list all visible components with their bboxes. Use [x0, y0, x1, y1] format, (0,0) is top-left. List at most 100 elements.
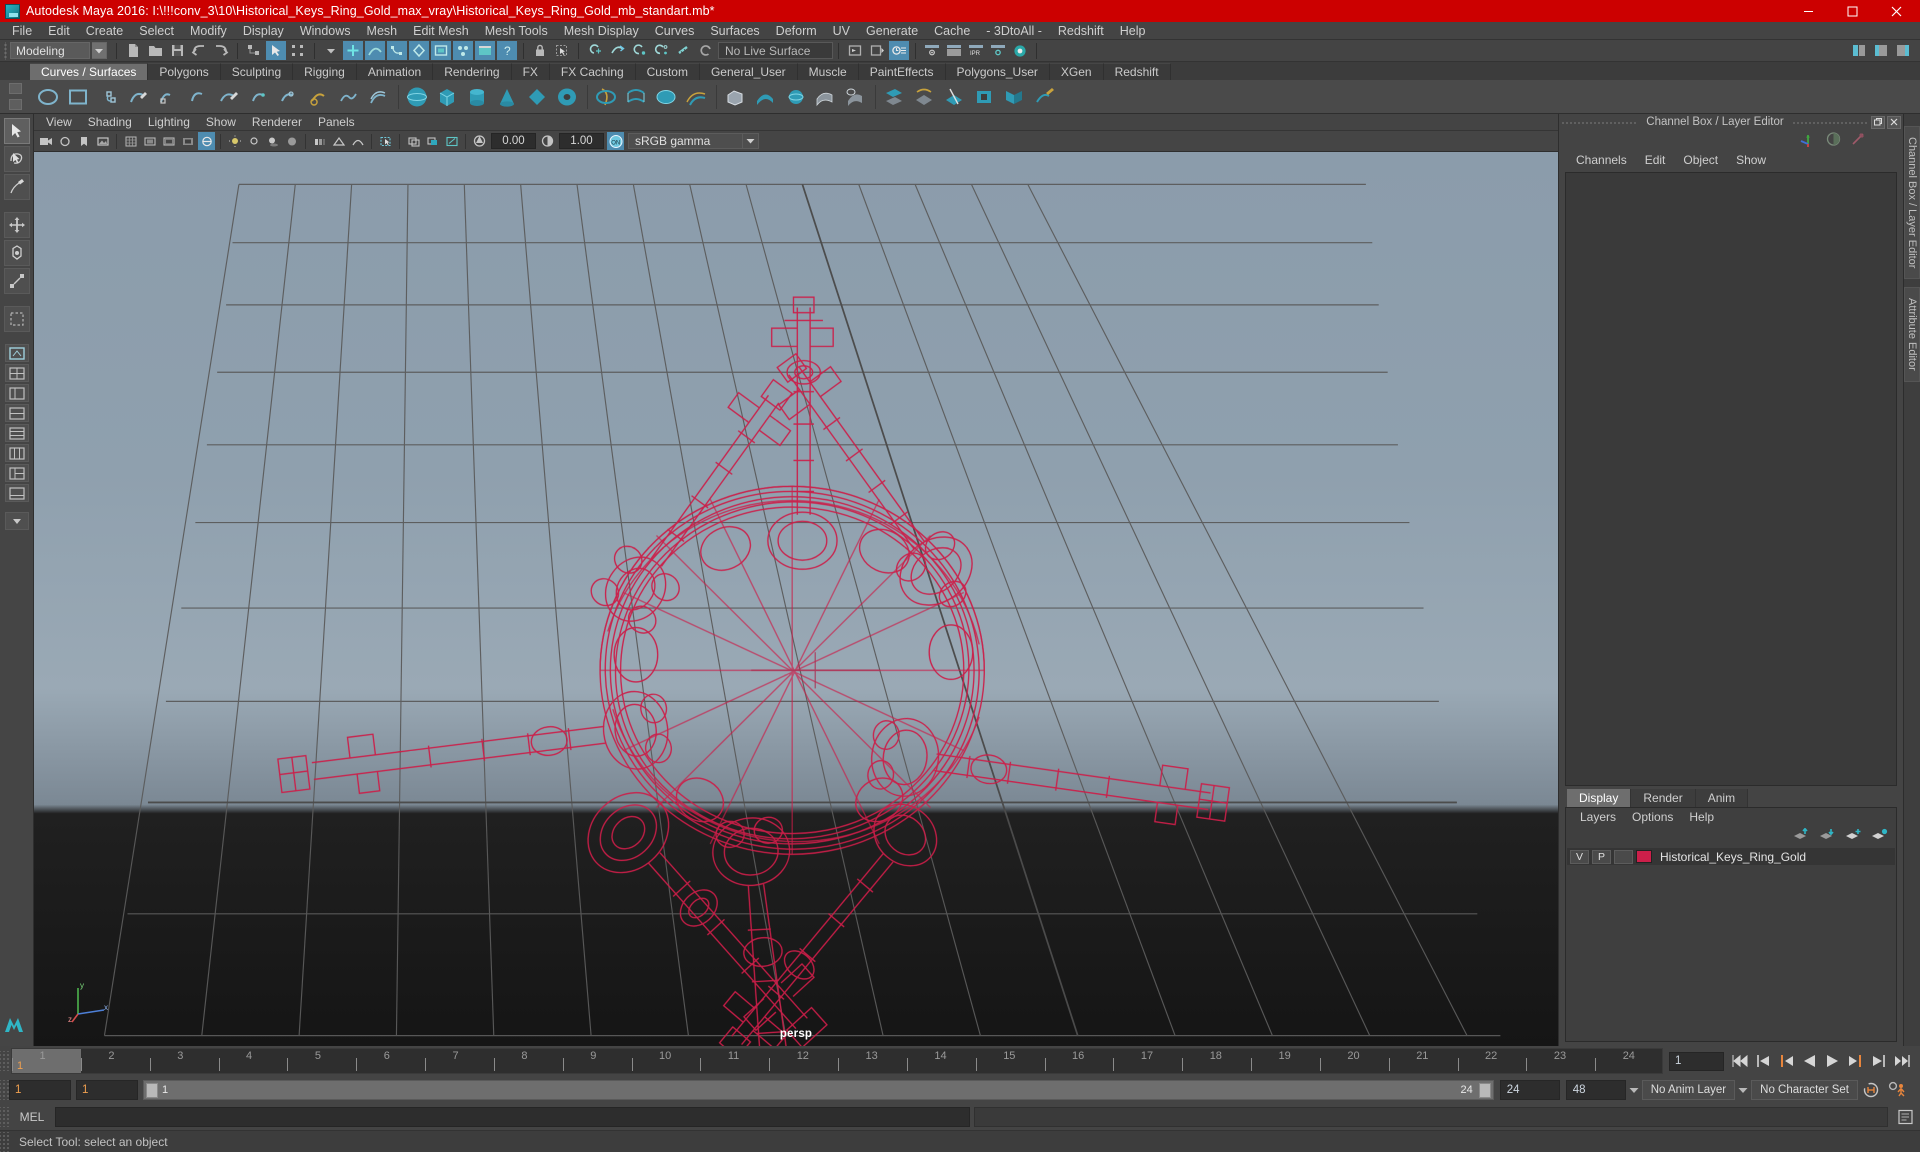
shelf-item-menu-icon[interactable]	[8, 99, 22, 111]
layer-menu-help[interactable]: Help	[1681, 808, 1722, 826]
lights-all-icon[interactable]	[245, 132, 262, 150]
menu-set-selector[interactable]: Modeling	[10, 42, 90, 59]
channel-box-toggle-icon[interactable]	[1893, 41, 1913, 60]
menu-select[interactable]: Select	[131, 22, 182, 40]
layer-tab-display[interactable]: Display	[1567, 789, 1632, 807]
step-back-frame-icon[interactable]	[1753, 1051, 1774, 1071]
bevel-icon[interactable]	[811, 83, 839, 111]
close-panel-icon[interactable]	[1887, 115, 1902, 129]
view-transform-selector[interactable]: sRGB gamma	[628, 133, 743, 149]
shadows-icon[interactable]	[264, 132, 281, 150]
shelf-tab-sculpting[interactable]: Sculpting	[220, 63, 294, 80]
project-curve-icon[interactable]	[910, 83, 938, 111]
menu-surfaces[interactable]: Surfaces	[702, 22, 767, 40]
snap-to-curves-icon[interactable]	[607, 41, 627, 60]
trim-tool-icon[interactable]	[940, 83, 968, 111]
menu-set-chevron-down-icon[interactable]	[92, 42, 107, 59]
persp-trax-layout[interactable]	[4, 484, 29, 502]
snap-projected-icon[interactable]	[409, 41, 429, 60]
extrude-icon[interactable]	[721, 83, 749, 111]
channelbox-menu-channels[interactable]: Channels	[1567, 150, 1636, 170]
lasso-select-tool[interactable]	[3, 146, 30, 172]
gamma-value[interactable]: 1.00	[559, 133, 604, 149]
maximize-icon[interactable]	[1830, 0, 1874, 22]
time-slider-grip[interactable]	[0, 1051, 9, 1071]
play-forwards-icon[interactable]	[1822, 1051, 1843, 1071]
snap-grid-icon[interactable]	[343, 41, 363, 60]
shelf-tab-polygons-user[interactable]: Polygons_User	[945, 63, 1050, 80]
close-icon[interactable]	[1874, 0, 1918, 22]
minimize-icon[interactable]	[1786, 0, 1830, 22]
selection-mask-icon[interactable]	[552, 41, 572, 60]
nurbs-square-icon[interactable]	[64, 83, 92, 111]
range-slider[interactable]: 1 24	[143, 1080, 1494, 1100]
scale-tool[interactable]	[3, 268, 30, 294]
new-layer-from-selected-icon[interactable]	[1871, 828, 1888, 844]
command-language-label[interactable]: MEL	[9, 1110, 55, 1124]
channelbox-menu-edit[interactable]: Edit	[1636, 150, 1675, 170]
snap-point-icon[interactable]	[387, 41, 407, 60]
layer-tab-render[interactable]: Render	[1631, 789, 1696, 807]
toolbox-expand-icon[interactable]	[4, 512, 29, 530]
grid-toggle-icon[interactable]	[122, 132, 139, 150]
shelf-options-column[interactable]	[0, 80, 30, 113]
vtab-attribute-editor[interactable]: Attribute Editor	[1904, 287, 1920, 383]
menu-redshift[interactable]: Redshift	[1050, 22, 1112, 40]
perspective-viewport[interactable]: y x z persp	[34, 152, 1558, 1046]
layer-menu-options[interactable]: Options	[1624, 808, 1681, 826]
layer-list[interactable]: V P Historical_Keys_Ring_Gold	[1566, 846, 1896, 1041]
bezier-curve-tool-icon[interactable]	[184, 83, 212, 111]
range-start-handle[interactable]	[146, 1083, 158, 1098]
boundary-icon[interactable]	[751, 83, 779, 111]
lights-default-icon[interactable]	[226, 132, 243, 150]
shelf-tab-custom[interactable]: Custom	[635, 63, 700, 80]
camera-attributes-icon[interactable]	[56, 132, 73, 150]
open-render-view-icon[interactable]	[845, 41, 865, 60]
anim-layer-selector[interactable]: No Anim Layer	[1641, 1080, 1736, 1100]
status-bar-grip[interactable]	[0, 1131, 9, 1152]
menu-cache[interactable]: Cache	[926, 22, 978, 40]
playback-end-time-field[interactable]: 24	[1499, 1080, 1560, 1100]
animation-start-time-field[interactable]: 1	[9, 1080, 71, 1100]
shelf-tab-redshift[interactable]: Redshift	[1103, 63, 1171, 80]
nurbs-cube-icon[interactable]	[433, 83, 461, 111]
motion-blur-icon[interactable]	[311, 132, 328, 150]
xray-icon[interactable]	[198, 132, 215, 150]
layer-menu-layers[interactable]: Layers	[1572, 808, 1624, 826]
menu-mesh[interactable]: Mesh	[359, 22, 406, 40]
command-line-grip[interactable]	[0, 1107, 9, 1127]
exposure-icon[interactable]	[471, 132, 488, 150]
redo-icon[interactable]	[211, 41, 231, 60]
range-slider-grip[interactable]	[0, 1080, 9, 1100]
panel-menu-view[interactable]: View	[38, 114, 80, 131]
panel-menu-show[interactable]: Show	[198, 114, 244, 131]
live-surface-field[interactable]: No Live Surface	[718, 42, 833, 59]
step-forward-frame-icon[interactable]	[1868, 1051, 1889, 1071]
construction-history-icon[interactable]	[695, 41, 715, 60]
auto-keyframe-icon[interactable]	[1858, 1080, 1884, 1100]
layer-visibility-toggle[interactable]: V	[1570, 849, 1589, 864]
four-view-layout[interactable]	[4, 364, 29, 382]
menu-deform[interactable]: Deform	[768, 22, 825, 40]
go-to-start-icon[interactable]	[1730, 1051, 1751, 1071]
menu-help[interactable]: Help	[1112, 22, 1154, 40]
ep-curve-tool-icon[interactable]	[124, 83, 152, 111]
shelf-tab-painteffects[interactable]: PaintEffects	[858, 63, 946, 80]
move-layer-up-icon[interactable]	[1793, 827, 1810, 844]
nurbs-sphere-icon[interactable]	[403, 83, 431, 111]
redo-render-icon[interactable]	[944, 41, 964, 60]
image-plane-icon[interactable]	[94, 132, 111, 150]
attribute-editor-toggle-icon[interactable]	[1849, 41, 1869, 60]
nurbs-circle-icon[interactable]	[34, 83, 62, 111]
playback-start-time-field[interactable]: 1	[76, 1080, 138, 1100]
tool-settings-toggle-icon[interactable]	[1871, 41, 1891, 60]
layer-color-swatch[interactable]	[1636, 850, 1652, 863]
select-tool[interactable]	[3, 118, 30, 144]
stitch-icon[interactable]	[1000, 83, 1028, 111]
paint-select-tool[interactable]	[3, 174, 30, 200]
panel-menu-lighting[interactable]: Lighting	[140, 114, 198, 131]
make-live-surface-icon[interactable]	[673, 41, 693, 60]
character-set-selector[interactable]: No Character Set	[1751, 1080, 1858, 1100]
menu-display[interactable]: Display	[235, 22, 292, 40]
menu-file[interactable]: File	[4, 22, 40, 40]
